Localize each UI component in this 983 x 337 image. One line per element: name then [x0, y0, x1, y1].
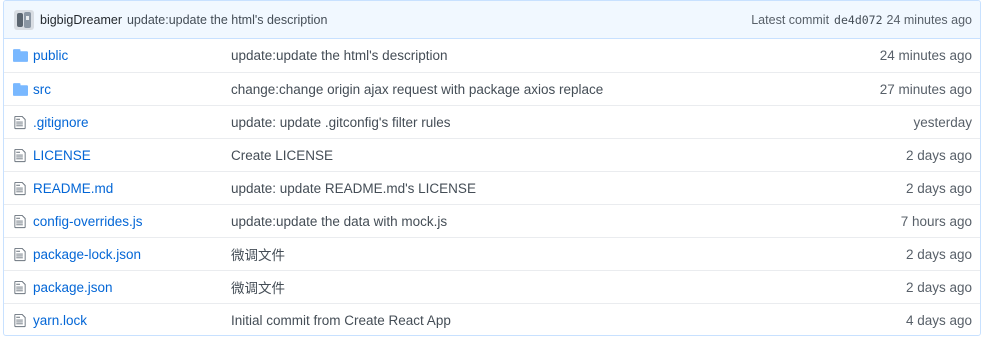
commit-age: 24 minutes ago: [886, 12, 972, 27]
commit-sha-link[interactable]: de4d072: [834, 13, 882, 27]
file-commit-age: 2 days ago: [905, 279, 972, 295]
file-commit-age: yesterday: [913, 114, 972, 130]
file-name-link[interactable]: src: [33, 82, 231, 97]
file-commit-age: 27 minutes ago: [879, 81, 972, 97]
file-commit-message-link[interactable]: update:update the html's description: [231, 48, 852, 63]
commit-author-link[interactable]: bigbigDreamer: [40, 13, 122, 27]
file-icon: [12, 246, 28, 262]
file-row[interactable]: README.md update: update README.md's LICE…: [4, 171, 980, 204]
file-list-container: bigbigDreamer update:update the html's d…: [3, 0, 981, 336]
file-icon: [12, 312, 28, 328]
file-icon: [12, 147, 28, 163]
file-commit-message-link[interactable]: update: update .gitconfig's filter rules: [231, 115, 852, 130]
file-name-link[interactable]: LICENSE: [33, 148, 231, 163]
file-commit-message-link[interactable]: change:change origin ajax request with p…: [231, 82, 852, 97]
file-commit-message-link[interactable]: update:update the data with mock.js: [231, 214, 852, 229]
file-commit-message-link[interactable]: Create LICENSE: [231, 148, 852, 163]
file-commit-age: 2 days ago: [905, 246, 972, 262]
file-icon: [12, 180, 28, 196]
file-rows: public update:update the html's descripti…: [4, 39, 980, 335]
file-commit-age: 2 days ago: [905, 147, 972, 163]
file-name-link[interactable]: package.json: [33, 280, 231, 295]
file-row[interactable]: LICENSE Create LICENSE 2 days ago: [4, 138, 980, 171]
file-commit-age: 7 hours ago: [900, 213, 972, 229]
latest-commit-bar: bigbigDreamer update:update the html's d…: [4, 1, 980, 39]
file-commit-message-link[interactable]: Initial commit from Create React App: [231, 313, 852, 328]
file-icon: [12, 213, 28, 229]
folder-icon: [12, 48, 28, 64]
file-row[interactable]: package-lock.json 微调文件 2 days ago: [4, 237, 980, 270]
file-commit-age: 24 minutes ago: [879, 48, 972, 63]
file-row[interactable]: src change:change origin ajax request wit…: [4, 72, 980, 105]
author-avatar[interactable]: [14, 9, 34, 30]
file-name-link[interactable]: yarn.lock: [33, 313, 231, 328]
file-name-link[interactable]: config-overrides.js: [33, 214, 231, 229]
file-commit-message-link[interactable]: 微调文件: [231, 277, 852, 297]
file-name-link[interactable]: README.md: [33, 181, 231, 196]
commit-message-link[interactable]: update:update the html's description: [127, 13, 327, 27]
latest-commit-info: Latest commit de4d072 24 minutes ago: [751, 13, 972, 27]
file-row[interactable]: yarn.lock Initial commit from Create Reac…: [4, 303, 980, 335]
folder-icon: [12, 81, 28, 97]
file-icon: [12, 279, 28, 295]
file-name-link[interactable]: public: [33, 48, 231, 63]
file-row[interactable]: public update:update the html's descripti…: [4, 39, 980, 72]
latest-commit-label: Latest commit: [751, 12, 830, 27]
file-commit-message-link[interactable]: 微调文件: [231, 244, 852, 264]
file-row[interactable]: package.json 微调文件 2 days ago: [4, 270, 980, 303]
file-row[interactable]: .gitignore update: update .gitconfig's fi…: [4, 105, 980, 138]
file-commit-age: 2 days ago: [905, 180, 972, 196]
file-name-link[interactable]: .gitignore: [33, 115, 231, 130]
file-row[interactable]: config-overrides.js update:update the dat…: [4, 204, 980, 237]
file-icon: [12, 114, 28, 130]
file-commit-message-link[interactable]: update: update README.md's LICENSE: [231, 181, 852, 196]
file-name-link[interactable]: package-lock.json: [33, 247, 231, 262]
file-commit-age: 4 days ago: [905, 312, 972, 328]
